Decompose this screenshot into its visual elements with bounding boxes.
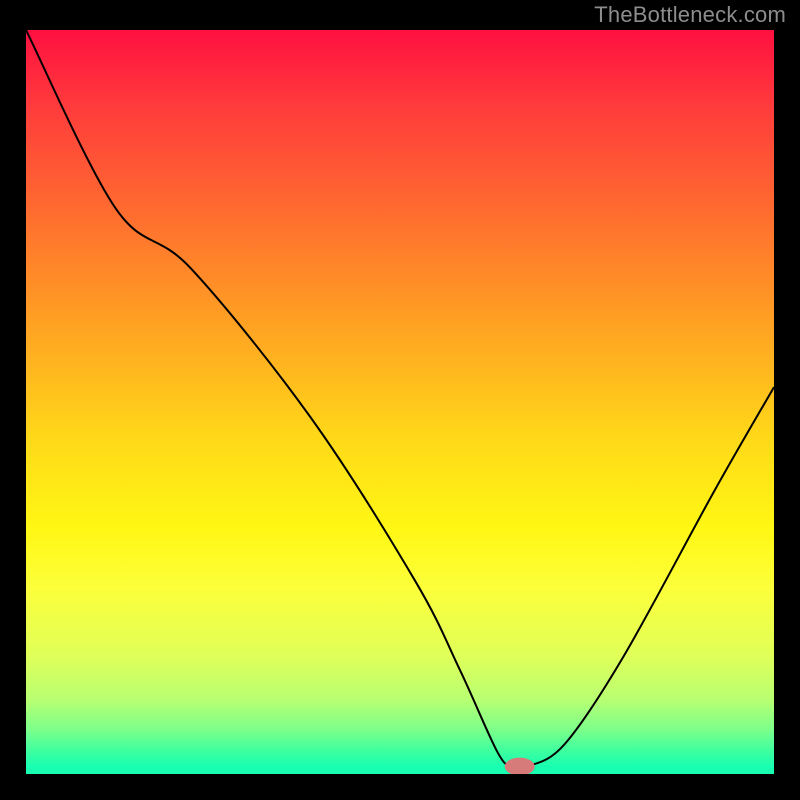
bottleneck-curve [26,30,774,769]
optimum-marker [505,758,535,774]
chart-container: TheBottleneck.com [0,0,800,800]
watermark-text: TheBottleneck.com [594,2,786,28]
curve-svg [26,30,774,774]
plot-area [26,30,774,774]
